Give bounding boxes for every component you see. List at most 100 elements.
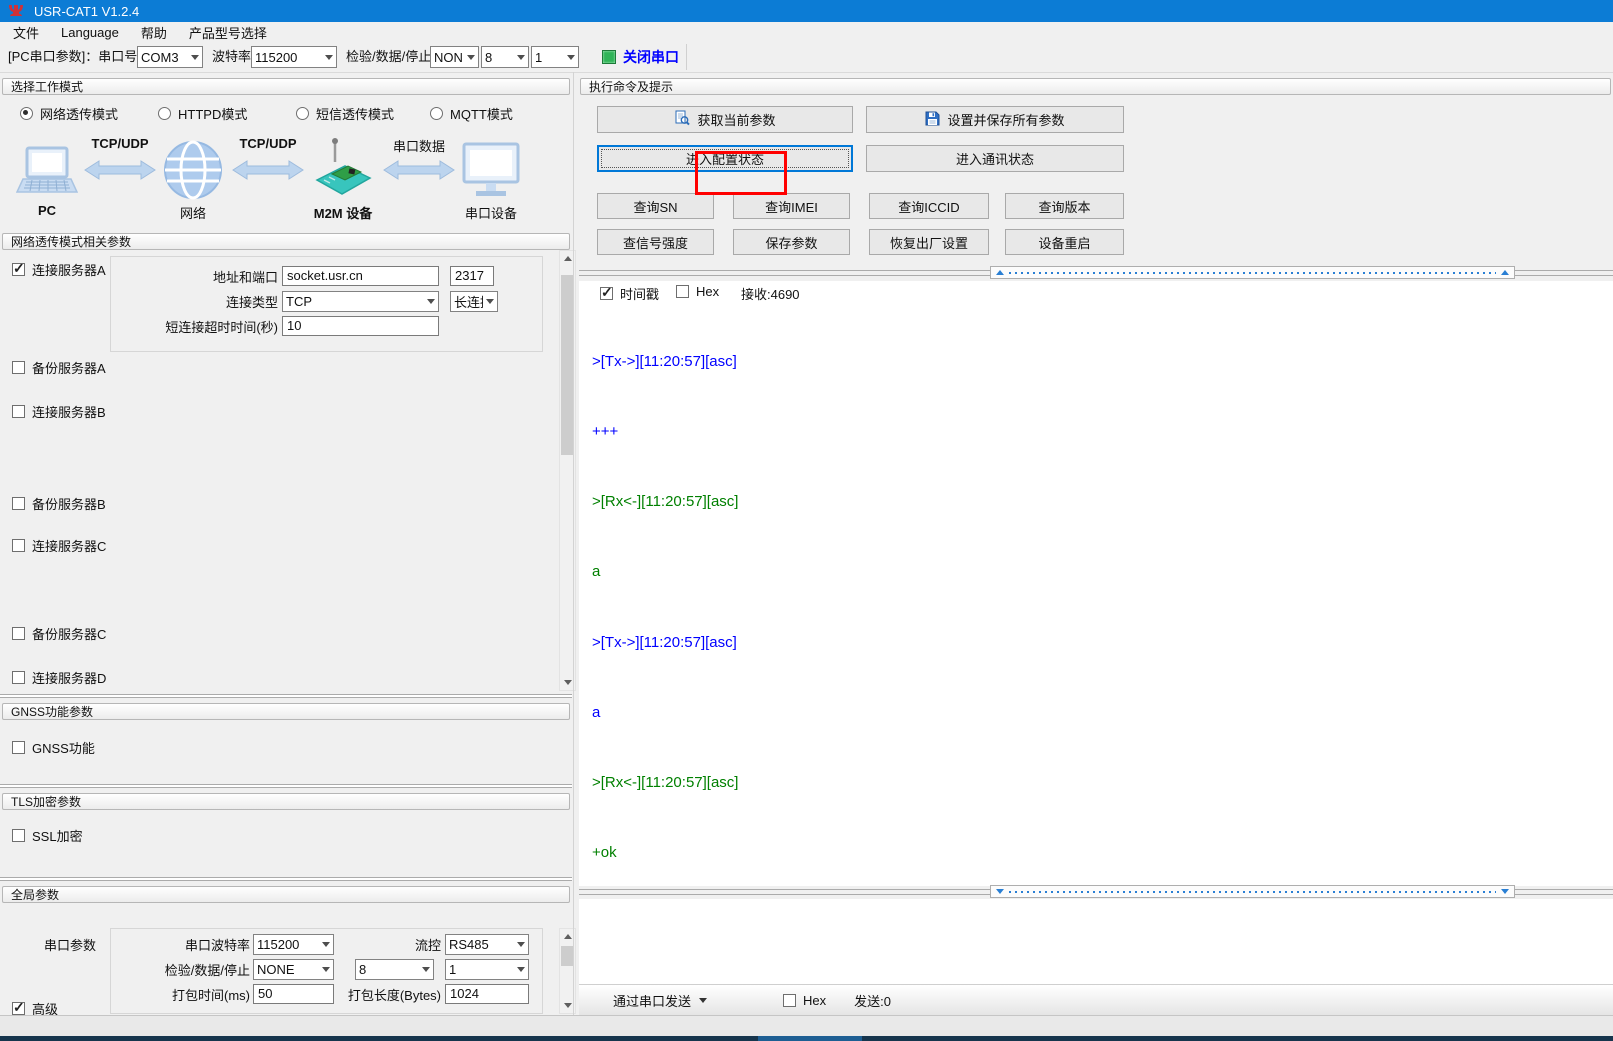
set-save-all-button[interactable]: 设置并保存所有参数 — [866, 106, 1124, 133]
serial-parity-select[interactable]: NONE — [253, 959, 334, 980]
query-imei-button[interactable]: 查询IMEI — [733, 193, 850, 219]
serial-baud-select[interactable]: 115200 — [253, 934, 334, 955]
send-toolbar: 通过串口发送 Hex 发送:0 — [579, 984, 1613, 1016]
serial-device-monitor-icon — [462, 142, 520, 205]
dropdown-caret-icon — [699, 998, 707, 1003]
chevron-down-icon — [427, 299, 435, 304]
flow-control-select[interactable]: RS485 — [445, 934, 529, 955]
log-line: a — [592, 560, 1592, 583]
checkbox-hex-send[interactable]: Hex — [783, 993, 826, 1008]
radio-icon — [20, 107, 33, 120]
log-line: >[Tx->][11:20:57][asc] — [592, 350, 1592, 373]
link3-label: 串口数据 — [383, 136, 455, 155]
log-line: >[Tx->][11:20:57][asc] — [592, 631, 1592, 654]
menu-bar: 文件 Language 帮助 产品型号选择 — [0, 22, 1613, 42]
checkbox-icon — [783, 994, 796, 1007]
radio-icon — [296, 107, 309, 120]
net-params-header: 网络透传模式相关参数 — [2, 233, 570, 250]
checkbox-gnss[interactable]: GNSS功能 — [12, 738, 95, 757]
menu-language[interactable]: Language — [50, 24, 130, 41]
checkbox-connect-server-a[interactable]: 连接服务器A — [12, 260, 106, 279]
section-separator — [0, 694, 572, 698]
m2m-label: M2M 设备 — [296, 203, 390, 222]
stopbits-select[interactable]: 1 — [531, 46, 579, 68]
arrow-left-right-icon — [84, 158, 156, 187]
checkbox-backup-server-c[interactable]: 备份服务器C — [12, 624, 106, 643]
checkbox-timestamp[interactable]: 时间戳 — [600, 284, 659, 303]
send-splitter-handle[interactable] — [990, 885, 1515, 898]
send-input-area[interactable] — [579, 899, 1613, 984]
checkbox-icon — [12, 1002, 25, 1015]
checkbox-icon — [12, 539, 25, 552]
pack-time-input[interactable]: 50 — [253, 984, 334, 1004]
taskbar-edge-highlight — [758, 1036, 862, 1041]
databits-select[interactable]: 8 — [481, 46, 529, 68]
app-window: USR-CAT1 V1.2.4 文件 Language 帮助 产品型号选择 [P… — [0, 0, 1613, 1041]
save-params-button[interactable]: 保存参数 — [733, 229, 850, 255]
mode-radio-mqtt[interactable]: MQTT模式 — [430, 104, 513, 123]
checkbox-connect-server-d[interactable]: 连接服务器D — [12, 668, 106, 687]
mode-radio-sms-passthrough[interactable]: 短信透传模式 — [296, 104, 394, 123]
query-sn-button[interactable]: 查询SN — [597, 193, 714, 219]
query-version-button[interactable]: 查询版本 — [1005, 193, 1124, 219]
parity-data-stop-label: 检验/数据/停止 — [346, 46, 431, 68]
menu-product-model[interactable]: 产品型号选择 — [178, 22, 278, 43]
window-title: USR-CAT1 V1.2.4 — [34, 4, 139, 19]
chevron-down-icon — [322, 967, 330, 972]
chevron-down-icon — [322, 942, 330, 947]
server-a-timeout-input[interactable]: 10 — [282, 316, 439, 336]
tls-header: TLS加密参数 — [2, 793, 570, 810]
pack-len-input[interactable]: 1024 — [445, 984, 529, 1004]
title-bar: USR-CAT1 V1.2.4 — [0, 0, 1613, 22]
chevron-down-icon — [517, 967, 525, 972]
checkbox-connect-server-c[interactable]: 连接服务器C — [12, 536, 106, 555]
send-via-serial-button[interactable]: 通过串口发送 — [607, 989, 713, 1013]
parity-select[interactable]: NONI — [430, 46, 479, 68]
com-port-select[interactable]: COM3 — [137, 46, 203, 68]
mode-radio-httpd[interactable]: HTTPD模式 — [158, 104, 247, 123]
checkbox-icon — [600, 287, 613, 300]
enter-comm-button[interactable]: 进入通讯状态 — [866, 145, 1124, 172]
server-a-type-select[interactable]: TCP — [282, 291, 439, 312]
checkbox-backup-server-a[interactable]: 备份服务器A — [12, 358, 106, 377]
baud-select[interactable]: 115200 — [251, 46, 337, 68]
network-globe-icon — [163, 140, 223, 205]
get-params-button[interactable]: 获取当前参数 — [597, 106, 853, 133]
checkbox-icon — [676, 285, 689, 298]
checkbox-icon — [12, 627, 25, 640]
floppy-save-icon — [925, 111, 940, 129]
chevron-down-icon — [467, 55, 475, 60]
enter-config-button[interactable]: 进入配置状态 — [597, 145, 853, 172]
pc-icon — [16, 146, 78, 203]
log-splitter-handle[interactable] — [990, 266, 1515, 279]
link1-label: TCP/UDP — [84, 136, 156, 151]
serial-databits-select[interactable]: 8 — [355, 959, 434, 980]
query-iccid-button[interactable]: 查询ICCID — [869, 193, 989, 219]
arrow-left-right-icon — [232, 158, 304, 187]
log-line: a — [592, 701, 1592, 724]
device-reboot-button[interactable]: 设备重启 — [1005, 229, 1124, 255]
checkbox-ssl[interactable]: SSL加密 — [12, 826, 83, 845]
pack-time-label: 打包时间(ms) — [130, 986, 250, 1006]
short-conn-timeout-label: 短连接超时时间(秒) — [120, 318, 278, 338]
addr-port-label: 地址和端口 — [120, 268, 278, 288]
pc-serial-label: [PC串口参数]：串口号 — [8, 46, 137, 68]
chevron-down-icon — [517, 942, 525, 947]
checkbox-backup-server-b[interactable]: 备份服务器B — [12, 494, 106, 513]
menu-help[interactable]: 帮助 — [130, 22, 178, 43]
server-a-address-input[interactable]: socket.usr.cn — [282, 266, 439, 286]
menu-file[interactable]: 文件 — [2, 22, 50, 43]
query-signal-button[interactable]: 查信号强度 — [597, 229, 714, 255]
factory-reset-button[interactable]: 恢复出厂设置 — [869, 229, 989, 255]
log-line: +ok — [592, 841, 1592, 864]
checkbox-hex-receive[interactable]: Hex — [676, 284, 719, 299]
server-a-port-input[interactable]: 2317 — [450, 266, 494, 286]
flow-control-label: 流控 — [356, 936, 441, 956]
conn-type-label: 连接类型 — [120, 293, 278, 313]
serial-stopbits-select[interactable]: 1 — [445, 959, 529, 980]
checkbox-connect-server-b[interactable]: 连接服务器B — [12, 402, 106, 421]
close-port-button[interactable]: 关闭串口 — [598, 45, 683, 69]
doc-search-icon — [674, 110, 690, 129]
server-a-keepalive-select[interactable]: 长连接 — [450, 291, 498, 312]
mode-radio-net-passthrough[interactable]: 网络透传模式 — [20, 104, 118, 123]
